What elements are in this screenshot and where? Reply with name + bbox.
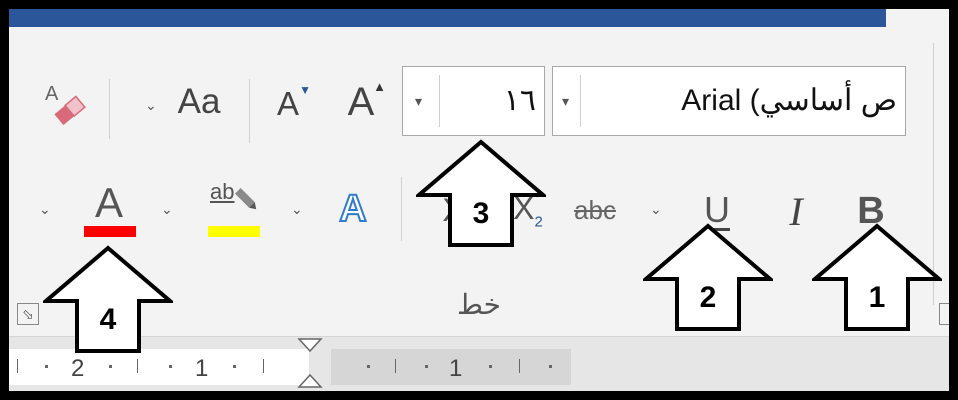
change-case-button[interactable]: Aa [169,77,229,127]
callout-number: 4 [99,303,117,336]
ruler-dot [45,365,48,368]
ruler-number: 1 [195,355,209,382]
ruler-tick [263,359,264,373]
ribbon-window: ص أساسي) Arial ▾ ١٦ ▾ A ▲ A ▼ Aa ⌄ A B I [9,9,949,391]
ruler-number: 2 [71,355,85,382]
font-name-value: ص أساسي) Arial [681,84,897,117]
chevron-down-icon[interactable]: ⌄ [145,97,157,114]
divider [249,79,250,143]
chevron-down-icon[interactable]: ⌄ [291,201,303,218]
ruler-dot [169,365,172,368]
strikethrough-icon: abc [574,194,616,225]
arrow-up-icon [43,245,173,353]
svg-text:A: A [45,83,59,105]
grow-font-button[interactable]: A ▲ [334,75,388,129]
italic-icon: I [789,188,803,234]
change-case-icon: Aa [177,82,221,121]
shrink-font-icon: A [276,85,299,122]
callout-arrow-4: 4 [43,245,173,355]
ruler-tick [137,359,138,373]
text-effects-button[interactable]: A [331,181,375,237]
grow-font-icon: A [347,79,375,124]
ruler-dot [233,365,236,368]
font-size-value: ١٦ [503,84,536,117]
marker-icon [234,187,257,210]
chevron-down-icon[interactable]: ⌄ [161,201,173,218]
ruler-tick [519,359,520,373]
arrow-up-icon [416,139,546,247]
font-color-icon: A [94,179,123,226]
ruler-tick [395,359,396,373]
font-size-combobox[interactable]: ١٦ ▾ [402,66,545,136]
chevron-down-icon[interactable]: ▾ [562,93,569,110]
text-effects-icon: A [338,187,367,231]
triangle-up-icon: ▲ [373,79,386,94]
text-highlight-button[interactable]: ab [204,177,264,241]
highlight-icon: ab [210,179,235,204]
chevron-down-icon[interactable]: ⌄ [39,201,51,218]
divider [401,177,402,241]
triangle-down-icon: ▼ [299,83,311,97]
callout-arrow-1: 1 [812,223,942,333]
divider [439,75,440,127]
callout-arrow-3: 3 [416,139,546,249]
ruler-dot [109,365,112,368]
arrow-up-icon [812,223,942,331]
clear-formatting-icon: A [45,83,86,126]
divider [580,75,581,127]
callout-number: 1 [868,281,886,314]
font-color-button[interactable]: A [79,177,139,241]
arrow-up-icon [643,223,773,331]
chevron-down-icon[interactable]: ⌄ [650,201,662,218]
title-bar [9,9,886,27]
font-color-swatch [84,226,136,237]
strikethrough-button[interactable]: abc [564,185,626,235]
ruler-dot [549,365,552,368]
callout-arrow-2: 2 [643,223,773,333]
highlight-color-swatch [208,226,260,237]
callout-number: 3 [472,197,490,230]
callout-number: 2 [699,281,717,314]
ruler-number: 1 [449,355,463,382]
chevron-down-icon[interactable]: ▾ [415,93,422,110]
font-group-label: خط [457,289,501,320]
clear-formatting-button[interactable]: A [37,75,95,131]
ruler-dot [489,365,492,368]
shrink-font-button[interactable]: A ▼ [261,79,315,129]
ruler-tick [17,359,18,373]
indent-marker-icon[interactable] [297,337,323,389]
dialog-launcher-icon[interactable]: ⬂ [17,303,39,325]
ruler-dot [425,365,428,368]
ruler-dot [367,365,370,368]
divider [109,79,110,139]
font-name-combobox[interactable]: ص أساسي) Arial ▾ [552,66,906,136]
